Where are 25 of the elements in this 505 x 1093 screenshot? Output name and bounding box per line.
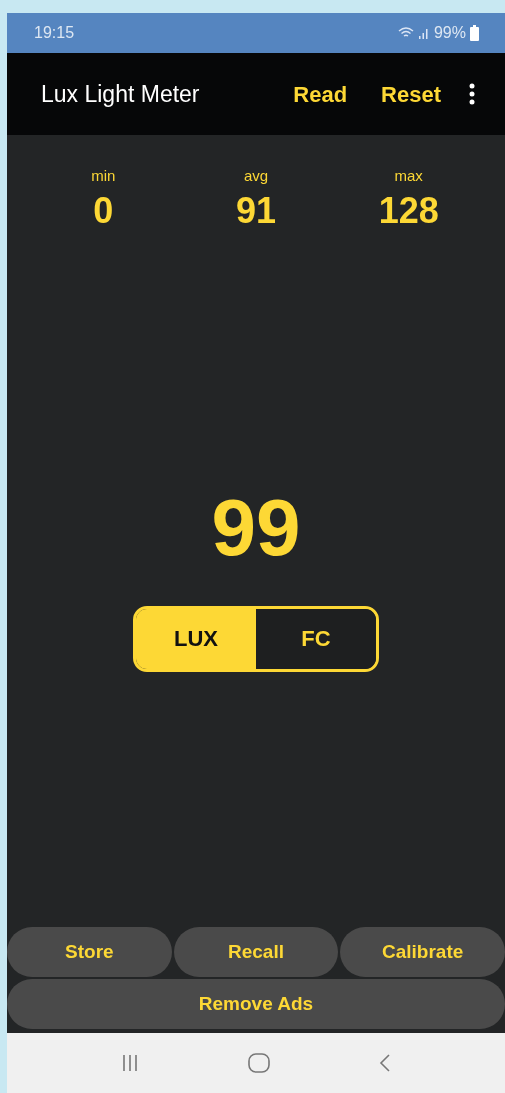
stat-value: 0: [93, 188, 114, 233]
action-button[interactable]: Read: [293, 77, 348, 111]
action-button[interactable]: Reset: [381, 77, 441, 111]
overflow-menu-icon[interactable]: [469, 83, 475, 105]
unit-tab[interactable]: FC: [256, 608, 376, 669]
stat-value: 128: [378, 188, 439, 233]
action-button[interactable]: Recall: [173, 927, 339, 977]
signal-icon: [417, 27, 430, 39]
stat-label: min: [91, 166, 116, 186]
action-button[interactable]: Store: [7, 927, 172, 977]
remove-ads-button[interactable]: Remove Ads: [7, 979, 505, 1029]
battery-icon: [470, 25, 479, 41]
unit-tab[interactable]: LUX: [136, 608, 256, 669]
stat-label: avg: [243, 166, 269, 186]
recents-icon[interactable]: [121, 1054, 140, 1072]
battery-percent: 99%: [433, 23, 466, 43]
light-reading: 99: [211, 487, 301, 568]
wifi-icon: [397, 27, 414, 39]
app-title: Lux Light Meter: [41, 79, 201, 109]
stat-label: max: [394, 166, 423, 186]
action-button[interactable]: Calibrate: [340, 927, 505, 977]
status-time: 19:15: [34, 23, 75, 43]
back-icon[interactable]: [378, 1053, 391, 1073]
stat-value: 91: [235, 188, 276, 233]
home-icon[interactable]: [248, 1053, 270, 1073]
